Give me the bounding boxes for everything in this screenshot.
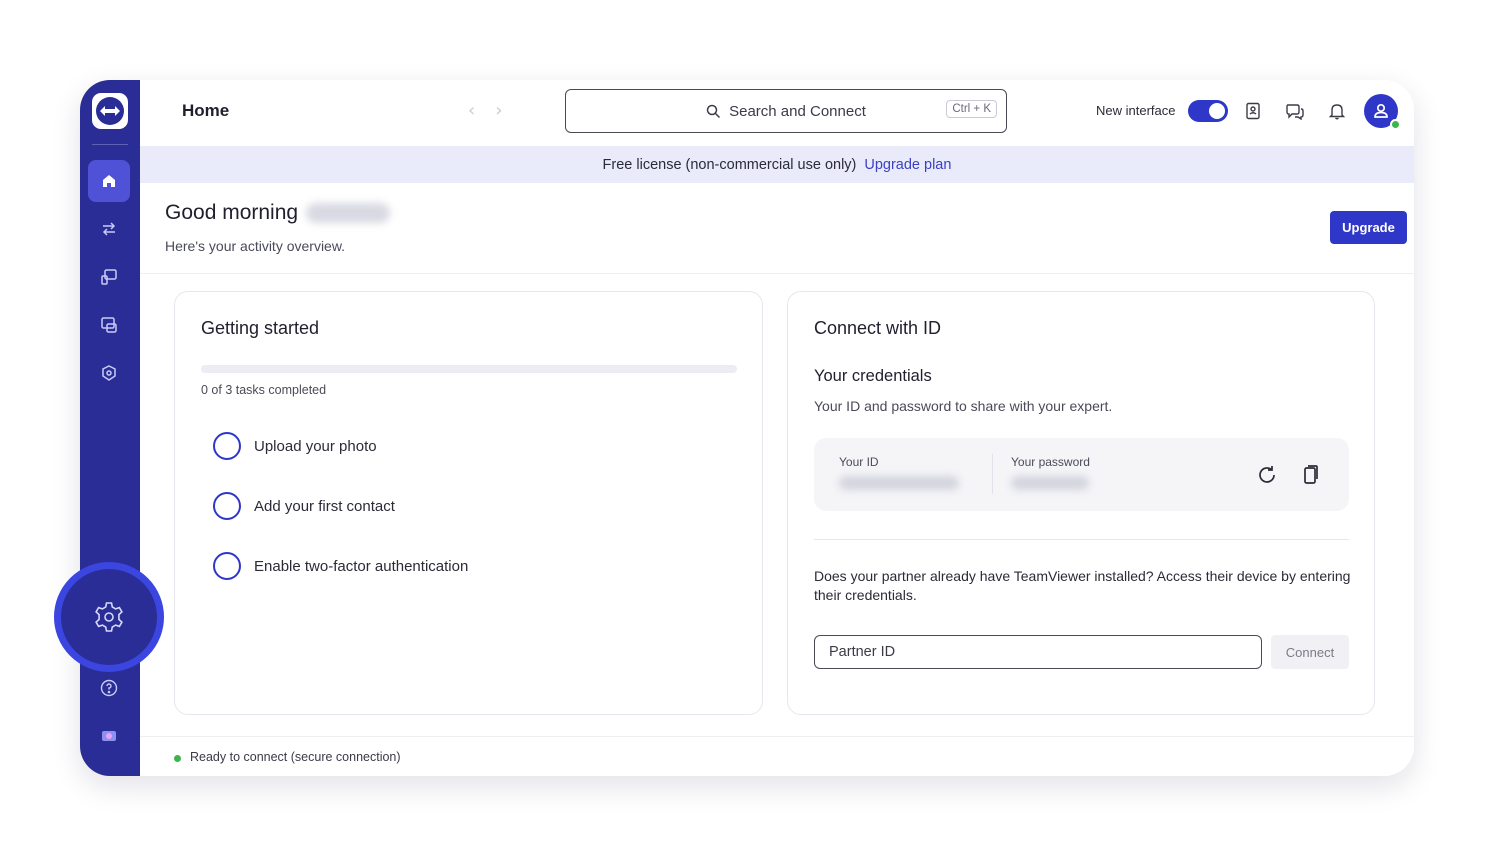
greeting-text: Good morning bbox=[165, 201, 299, 224]
main-content: Home ‹ › Search and Connect Ctrl + K New… bbox=[140, 80, 1414, 776]
sidebar-item-home[interactable] bbox=[88, 160, 130, 202]
license-banner: Free license (non-commercial use only) U… bbox=[140, 146, 1414, 183]
new-interface-toggle[interactable] bbox=[1188, 100, 1228, 122]
refresh-icon[interactable] bbox=[1254, 462, 1280, 488]
sidebar-item-record[interactable] bbox=[88, 715, 130, 757]
credentials-box: Your ID Your password bbox=[814, 438, 1349, 511]
search-input[interactable]: Search and Connect Ctrl + K bbox=[565, 89, 1007, 133]
search-icon bbox=[706, 104, 721, 118]
your-password-value-blurred bbox=[1011, 476, 1089, 490]
tasks-progress-bar bbox=[201, 365, 737, 373]
record-icon bbox=[102, 731, 116, 741]
task-label: Upload your photo bbox=[254, 437, 377, 455]
shield-icon bbox=[102, 365, 116, 381]
tasks-completed-text: 0 of 3 tasks completed bbox=[201, 383, 327, 397]
gear-icon bbox=[95, 602, 123, 632]
back-arrow-icon[interactable]: ‹ bbox=[468, 100, 475, 121]
task-add-contact[interactable]: Add your first contact bbox=[213, 492, 395, 520]
greeting-subtitle: Here's your activity overview. bbox=[165, 238, 346, 254]
page-title: Home bbox=[182, 101, 230, 120]
upgrade-plan-link[interactable]: Upgrade plan bbox=[864, 157, 951, 173]
sidebar-item-settings[interactable] bbox=[54, 562, 164, 672]
monitor-icon bbox=[101, 269, 117, 285]
task-checkbox[interactable] bbox=[213, 492, 241, 520]
connect-button[interactable]: Connect bbox=[1271, 635, 1349, 669]
card-divider bbox=[814, 539, 1349, 540]
search-label: Search and Connect bbox=[729, 102, 866, 120]
credentials-subtitle: Your ID and password to share with your … bbox=[814, 398, 1113, 414]
sidebar-item-security[interactable] bbox=[88, 352, 130, 394]
greeting: Good morning bbox=[165, 201, 391, 225]
task-checkbox[interactable] bbox=[213, 552, 241, 580]
screen-share-icon bbox=[101, 317, 117, 333]
connect-with-id-card: Connect with ID Your credentials Your ID… bbox=[787, 291, 1375, 715]
blurred-username bbox=[306, 203, 391, 224]
search-shortcut-badge: Ctrl + K bbox=[946, 100, 997, 118]
upgrade-button[interactable]: Upgrade bbox=[1330, 211, 1407, 244]
license-text: Free license (non-commercial use only) bbox=[602, 156, 857, 173]
user-icon bbox=[1374, 103, 1388, 118]
copy-icon[interactable] bbox=[1297, 462, 1323, 488]
your-password-label: Your password bbox=[1011, 455, 1090, 469]
home-icon bbox=[103, 175, 115, 187]
new-interface-label: New interface bbox=[1096, 103, 1176, 118]
nav-arrows: ‹ › bbox=[468, 100, 502, 121]
getting-started-title: Getting started bbox=[201, 318, 320, 338]
sidebar-divider bbox=[92, 144, 128, 145]
app-window: Home ‹ › Search and Connect Ctrl + K New… bbox=[80, 80, 1414, 776]
status-text: Ready to connect (secure connection) bbox=[190, 750, 401, 764]
task-checkbox[interactable] bbox=[213, 432, 241, 460]
swap-arrows-icon bbox=[102, 222, 116, 236]
header-divider bbox=[140, 273, 1414, 274]
sidebar-item-sessions[interactable] bbox=[88, 304, 130, 346]
task-enable-2fa[interactable]: Enable two-factor authentication bbox=[213, 552, 468, 580]
your-id-label: Your ID bbox=[839, 455, 879, 469]
partner-id-input[interactable] bbox=[814, 635, 1262, 669]
sidebar-item-remote-devices[interactable] bbox=[88, 256, 130, 298]
online-status-dot bbox=[1390, 119, 1401, 130]
connect-title: Connect with ID bbox=[814, 318, 942, 338]
chat-icon[interactable] bbox=[1284, 100, 1306, 122]
your-id-value-blurred bbox=[839, 476, 959, 490]
sidebar-item-help[interactable] bbox=[88, 667, 130, 709]
avatar[interactable] bbox=[1364, 94, 1401, 130]
top-bar: Home ‹ › Search and Connect Ctrl + K New… bbox=[140, 80, 1414, 146]
status-bar: Ready to connect (secure connection) bbox=[140, 736, 1414, 776]
task-upload-photo[interactable]: Upload your photo bbox=[213, 432, 377, 460]
task-label: Add your first contact bbox=[254, 497, 395, 515]
getting-started-card: Getting started 0 of 3 tasks completed U… bbox=[174, 291, 763, 715]
credentials-title: Your credentials bbox=[814, 367, 932, 385]
question-circle-icon bbox=[100, 679, 118, 697]
task-label: Enable two-factor authentication bbox=[254, 557, 469, 575]
credentials-separator bbox=[992, 454, 993, 494]
partner-info-text: Does your partner already have TeamViewe… bbox=[814, 568, 1351, 603]
status-indicator-dot bbox=[174, 755, 181, 762]
contacts-book-icon[interactable] bbox=[1242, 100, 1264, 122]
bell-icon[interactable] bbox=[1326, 100, 1348, 122]
teamviewer-logo-icon[interactable] bbox=[92, 93, 128, 129]
sidebar-item-transfers[interactable] bbox=[88, 208, 130, 250]
forward-arrow-icon[interactable]: › bbox=[495, 100, 502, 121]
